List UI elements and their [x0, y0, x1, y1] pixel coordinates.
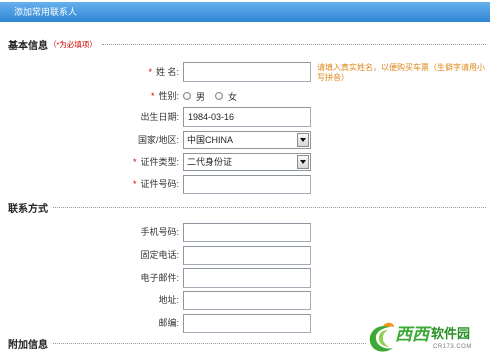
address-label: 地址: [60, 291, 179, 310]
id-type-select[interactable]: 二代身份证 [183, 153, 311, 171]
id-type-label: * 证件类型: [60, 153, 179, 171]
required-mark: * [132, 157, 137, 167]
mobile-input[interactable] [183, 223, 311, 242]
address-label-text: 地址: [158, 295, 179, 305]
id-number-label: * 证件号码: [60, 175, 179, 194]
gender-male-label[interactable]: 男 [196, 90, 205, 103]
email-input[interactable] [183, 268, 311, 288]
id-number-label-text: 证件号码: [140, 179, 179, 189]
name-label: * 姓 名: [60, 62, 179, 82]
name-label-text: 姓 名: [155, 67, 179, 77]
gender-female-label[interactable]: 女 [228, 90, 237, 103]
dialog-title: 添加常用联系人 [14, 7, 78, 17]
section-title-basic-info: 基本信息 [8, 40, 48, 52]
birth-date-label-text: 出生日期: [140, 112, 179, 122]
postcode-label-text: 邮编: [158, 318, 179, 328]
name-input[interactable] [183, 62, 311, 82]
gender-label-text: 性别: [158, 91, 179, 101]
address-input[interactable] [183, 291, 311, 310]
country-select[interactable]: 中国CHINA [183, 131, 311, 149]
gender-label: * 性别: [60, 89, 179, 103]
phone-label-text: 固定电话: [140, 250, 179, 260]
id-type-select-value: 二代身份证 [187, 157, 233, 167]
gender-female-radio[interactable] [215, 92, 224, 100]
watermark-logo: 西西 软件园 CR173.COM [366, 320, 488, 356]
section-divider [101, 43, 486, 45]
chevron-down-icon[interactable] [297, 155, 309, 169]
mobile-label: 手机号码: [60, 223, 179, 242]
birth-date-label: 出生日期: [60, 107, 179, 127]
email-label: 电子邮件: [60, 268, 179, 288]
section-divider [53, 206, 486, 208]
section-title-contact-info: 联系方式 [8, 203, 48, 215]
postcode-label: 邮编: [60, 314, 179, 333]
id-type-label-text: 证件类型: [140, 157, 179, 167]
name-hint: 请填入真实姓名，以便购买车票（生僻字请用小写拼音） [317, 63, 485, 82]
required-mark: * [150, 91, 155, 101]
country-label-text: 国家/地区: [137, 135, 179, 145]
postcode-input[interactable] [183, 314, 311, 333]
required-mark: * [132, 179, 137, 189]
section-extra-info: 附加信息 [8, 336, 366, 351]
section-divider [53, 342, 366, 344]
required-mark: * [148, 67, 152, 77]
watermark-brand-xixi: 西西 [395, 325, 429, 344]
birth-date-input[interactable] [183, 107, 311, 127]
phone-label: 固定电话: [60, 246, 179, 265]
gender-male-radio[interactable] [183, 92, 191, 100]
watermark-brand-software-park: 软件园 [431, 326, 471, 341]
chevron-down-icon[interactable] [297, 133, 309, 147]
phone-input[interactable] [183, 246, 311, 265]
watermark-domain: CR173.COM [433, 344, 472, 350]
email-label-text: 电子邮件: [140, 273, 179, 283]
section-title-extra-info: 附加信息 [8, 339, 48, 351]
mobile-label-text: 手机号码: [140, 227, 179, 237]
required-fields-note: （*为必填项） [49, 39, 97, 49]
country-label: 国家/地区: [60, 131, 179, 149]
country-select-value: 中国CHINA [187, 135, 234, 145]
section-basic-info: 基本信息 （*为必填项） [8, 37, 486, 52]
leaf-logo-icon [369, 322, 394, 352]
gender-radio-group: 男 女 [183, 89, 237, 103]
dialog-header: 添加常用联系人 [0, 2, 490, 22]
section-contact-info: 联系方式 [8, 200, 486, 215]
id-number-input[interactable] [183, 175, 311, 194]
